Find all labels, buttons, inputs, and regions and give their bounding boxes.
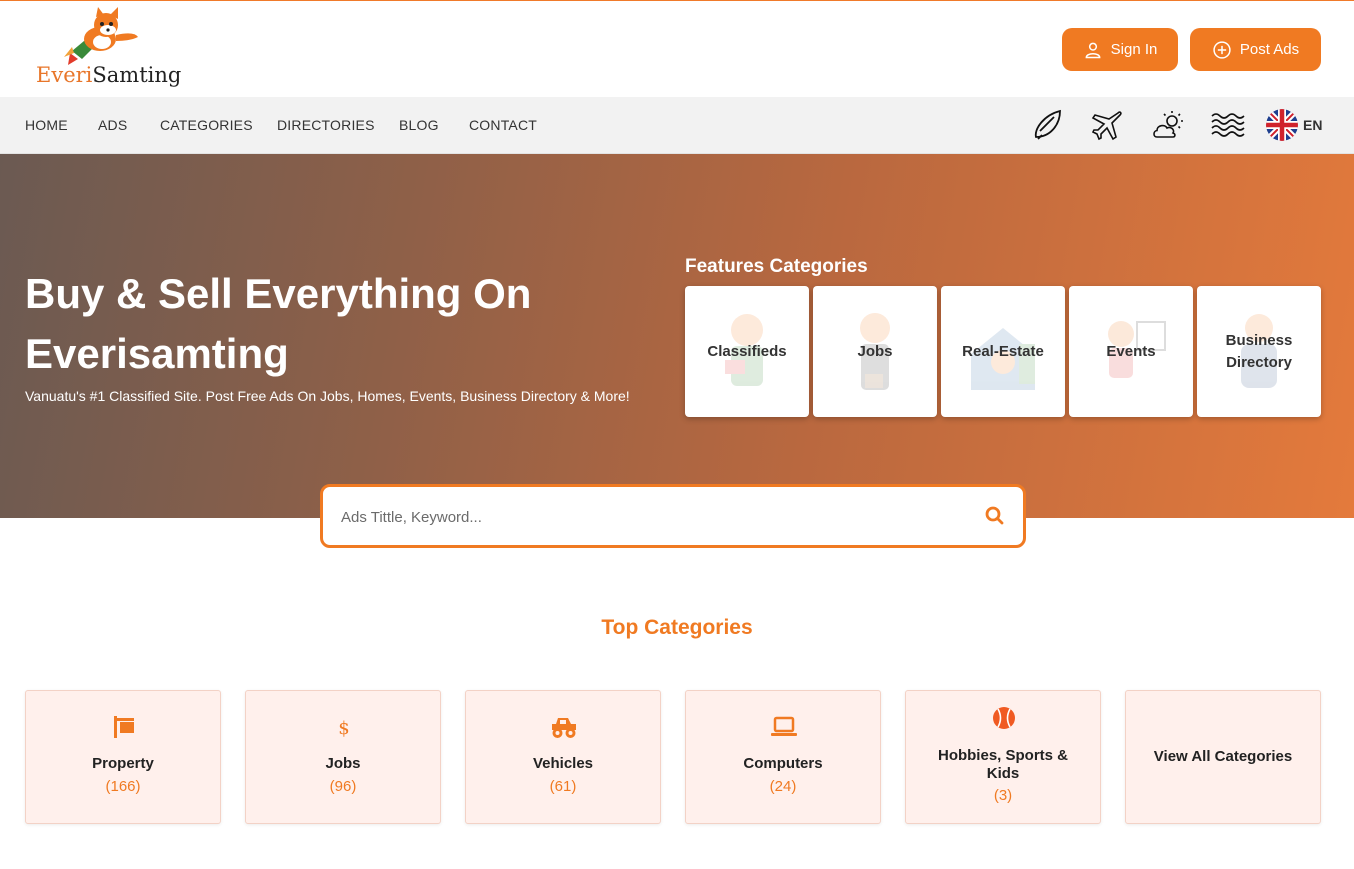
plus-circle-icon [1213,40,1231,59]
site-logo[interactable]: EveriSamting [34,7,181,91]
feature-card-events[interactable]: Events [1069,286,1193,417]
features-title: Features Categories [685,256,868,277]
main-nav: HOME ADS CATEGORIES DIRECTORIES BLOG CON… [0,97,1354,154]
nav-directories[interactable]: DIRECTORIES [277,117,375,133]
sign-in-button[interactable]: Sign In [1062,28,1178,71]
nav-ads[interactable]: ADS [98,117,127,133]
logo-text-samting: Samting [92,63,182,87]
category-name: Jobs [325,755,361,772]
view-all-categories-label: View All Categories [1153,748,1293,765]
search-icon[interactable] [983,504,1007,528]
weather-icon[interactable] [1150,107,1186,143]
category-name: Hobbies, Sports & Kids [937,747,1068,782]
feature-card-classifieds[interactable]: Classifieds [685,286,809,417]
feature-label: Jobs [857,342,893,360]
hero-subtitle: Vanuatu's #1 Classified Site. Post Free … [25,388,630,404]
dollar-icon: $ [338,718,349,739]
language-selector[interactable]: EN [1266,109,1322,141]
category-card-hobbies[interactable]: Hobbies, Sports & Kids (3) [905,690,1101,824]
category-count: (96) [329,778,357,795]
logo-wordmark: EveriSamting [36,63,181,87]
category-count: (3) [993,787,1013,804]
category-card-property[interactable]: Property (166) [25,690,221,824]
nav-contact[interactable]: CONTACT [469,117,537,133]
user-icon [1085,42,1101,58]
feature-label: Business Directory [1225,331,1293,371]
header: EveriSamting Sign In Post Ads [0,1,1354,97]
monster-truck-icon [552,718,576,738]
category-name: Property [92,755,154,772]
logo-text-everi: Everi [36,63,93,87]
nav-home[interactable]: HOME [25,117,68,133]
flag-sign-icon [114,716,134,738]
language-code: EN [1303,117,1323,133]
category-count: (61) [549,778,577,795]
search-input[interactable] [341,505,941,529]
feature-card-real-estate[interactable]: Real-Estate [941,286,1065,417]
fox-mascot-icon [64,7,138,65]
uk-flag-icon [1266,109,1298,141]
laptop-icon [771,716,797,736]
category-name: Vehicles [532,755,594,772]
surfboard-icon[interactable] [1030,107,1066,143]
nav-categories[interactable]: CATEGORIES [160,117,253,133]
view-all-categories-card[interactable]: View All Categories [1125,690,1321,824]
post-ads-button[interactable]: Post Ads [1190,28,1321,71]
waves-icon[interactable] [1210,107,1246,143]
category-count: (24) [769,778,797,795]
nav-blog[interactable]: BLOG [399,117,439,133]
search-box [320,484,1026,548]
hero-title: Buy & Sell Everything On Everisamting [25,270,532,377]
airplane-icon[interactable] [1090,107,1126,143]
feature-card-jobs[interactable]: Jobs [813,286,937,417]
category-card-vehicles[interactable]: Vehicles (61) [465,690,661,824]
category-card-computers[interactable]: Computers (24) [685,690,881,824]
ball-icon [993,707,1015,729]
category-card-jobs[interactable]: $ Jobs (96) [245,690,441,824]
svg-text:$: $ [338,718,349,739]
feature-card-business-directory[interactable]: Business Directory [1197,286,1321,417]
top-categories-title: Top Categories [601,616,753,639]
feature-label: Real-Estate [962,342,1044,360]
category-count: (166) [105,778,141,795]
post-ads-label: Post Ads [1239,41,1300,58]
sign-in-label: Sign In [1110,41,1158,58]
feature-label: Classifieds [707,342,787,360]
hero-section: Buy & Sell Everything On Everisamting Va… [0,154,1354,518]
feature-label: Events [1106,342,1156,360]
category-name: Computers [743,755,823,772]
